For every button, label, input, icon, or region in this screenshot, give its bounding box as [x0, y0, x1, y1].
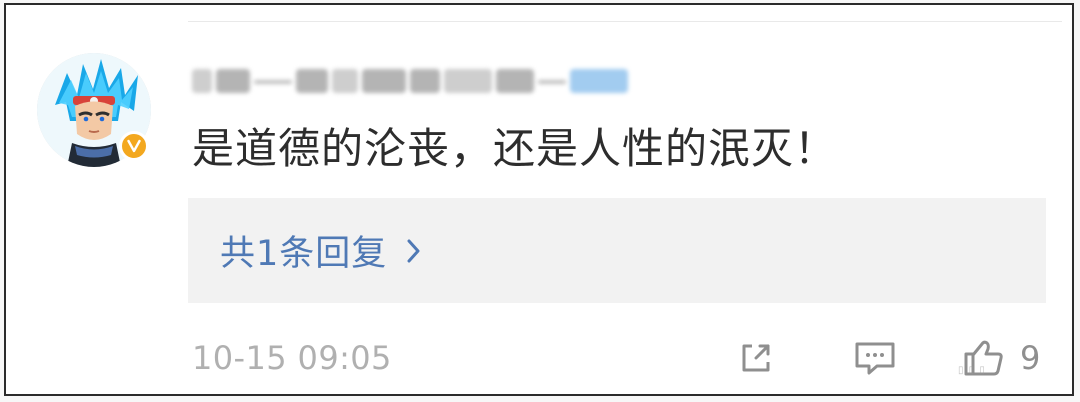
share-button[interactable]: [734, 335, 778, 381]
comment-card: 是道德的沦丧，还是人性的泯灭！ 共1条回复 10-15 09:05 9 ▯ ▯ …: [4, 3, 1074, 396]
redacted-username-block: [216, 69, 250, 93]
avatar-container[interactable]: [37, 53, 151, 167]
redacted-username-block: [444, 69, 492, 93]
redacted-username-block: [410, 69, 440, 93]
comment-footer: 10-15 09:05 9: [192, 335, 1062, 383]
share-icon: [742, 344, 770, 372]
verified-badge-icon: [119, 131, 149, 161]
comment-icon: [855, 342, 895, 375]
redacted-username-block: [254, 80, 292, 84]
redacted-username-block: [362, 69, 406, 93]
username-redacted[interactable]: [192, 59, 702, 103]
redacted-username-block: [496, 69, 534, 93]
comment-timestamp: 10-15 09:05: [192, 339, 392, 377]
redacted-username-badge: [570, 69, 628, 93]
chevron-right-icon: [405, 237, 423, 265]
redacted-username-block: [296, 69, 328, 93]
redacted-username-block: [192, 69, 212, 93]
redacted-username-block: [538, 80, 566, 84]
reply-summary-button[interactable]: 共1条回复: [188, 198, 1046, 303]
top-divider: [188, 21, 1062, 22]
reply-count-label[interactable]: 共1条回复: [220, 225, 387, 276]
like-count: 9: [1020, 339, 1041, 377]
image-watermark: ▯ ▯ ▯: [958, 365, 986, 376]
redacted-username-block: [332, 69, 358, 93]
comment-text: 是道德的沦丧，还是人性的泯灭！: [192, 124, 838, 173]
comment-button[interactable]: [850, 335, 900, 381]
